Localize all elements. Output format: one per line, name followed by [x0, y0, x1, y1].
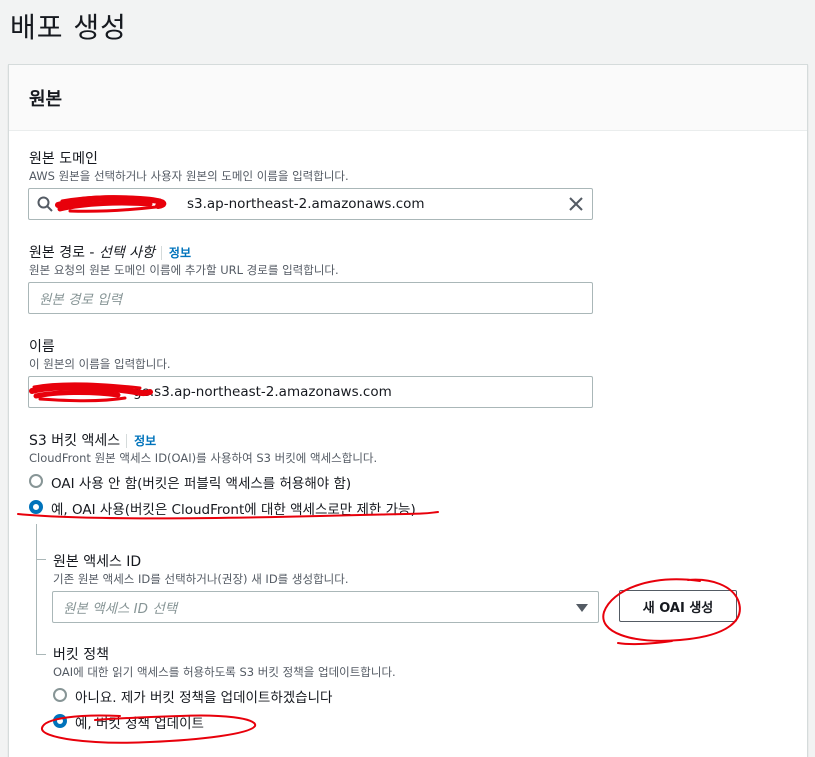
- radio-no-update-policy[interactable]: [53, 688, 67, 702]
- origin-path-info-link[interactable]: 정보: [160, 246, 192, 260]
- origin-path-placeholder: 원본 경로 입력: [39, 292, 123, 308]
- name-desc: 이 원본의 이름을 입력합니다.: [29, 357, 171, 371]
- s3-access-info-link[interactable]: 정보: [126, 434, 157, 448]
- tree-connector-branch: [36, 559, 46, 560]
- origin-path-label: 원본 경로 - 선택 사항 정보: [29, 242, 192, 262]
- page-title: 배포 생성: [10, 11, 127, 44]
- origin-domain-label: 원본 도메인: [29, 151, 98, 167]
- radio-update-policy[interactable]: [53, 714, 67, 728]
- radio-no-oai[interactable]: [29, 474, 43, 488]
- s3-access-label-text: S3 버킷 액세스: [29, 433, 121, 449]
- search-icon: [37, 196, 53, 212]
- panel-title: 원본: [29, 89, 63, 110]
- s3-access-desc: CloudFront 원본 액세스 ID(OAI)를 사용하여 S3 버킷에 액…: [29, 451, 378, 465]
- tree-connector: [36, 524, 37, 654]
- close-icon[interactable]: [568, 196, 584, 212]
- bucket-policy-label: 버킷 정책: [53, 647, 109, 663]
- bucket-policy-desc: OAI에 대한 읽기 액세스를 허용하도록 S3 버킷 정책을 업데이트합니다.: [53, 665, 396, 679]
- radio-no-oai-label[interactable]: OAI 사용 안 함(버킷은 퍼블릭 액세스를 허용해야 함): [51, 472, 351, 492]
- oai-desc: 기존 원본 액세스 ID를 선택하거나(권장) 새 ID를 생성합니다.: [53, 572, 349, 586]
- origin-path-label-text: 원본 경로 -: [29, 245, 99, 261]
- optional-text: 선택 사항: [98, 245, 155, 261]
- origin-path-desc: 원본 요청의 원본 도메인 이름에 추가할 URL 경로를 입력합니다.: [29, 263, 339, 277]
- radio-update-policy-label[interactable]: 예, 버킷 정책 업데이트: [75, 712, 204, 732]
- radio-use-oai[interactable]: [29, 500, 43, 514]
- name-input[interactable]: ge.s3.ap-northeast-2.amazonaws.com: [28, 376, 593, 408]
- origin-domain-input[interactable]: s3.ap-northeast-2.amazonaws.com: [28, 188, 593, 220]
- origin-domain-desc: AWS 원본을 선택하거나 사용자 원본의 도메인 이름을 입력합니다.: [29, 169, 349, 183]
- caret-down-icon: [576, 604, 588, 612]
- oai-select-placeholder: 원본 액세스 ID 선택: [63, 601, 178, 617]
- origin-path-input[interactable]: 원본 경로 입력: [28, 282, 593, 314]
- radio-no-update-policy-label[interactable]: 아니요. 제가 버킷 정책을 업데이트하겠습니다: [75, 686, 332, 706]
- oai-label: 원본 액세스 ID: [53, 554, 142, 570]
- panel-header: [9, 65, 807, 131]
- create-oai-button[interactable]: 새 OAI 생성: [619, 590, 737, 622]
- name-value: ge.s3.ap-northeast-2.amazonaws.com: [133, 384, 392, 400]
- origin-domain-value: s3.ap-northeast-2.amazonaws.com: [187, 196, 425, 212]
- radio-use-oai-label[interactable]: 예, OAI 사용(버킷은 CloudFront에 대한 액세스로만 제한 가능…: [51, 498, 416, 518]
- tree-connector-branch: [36, 654, 46, 655]
- name-label: 이름: [29, 339, 55, 355]
- oai-select[interactable]: 원본 액세스 ID 선택: [52, 591, 599, 623]
- s3-access-label: S3 버킷 액세스 정보: [29, 430, 157, 450]
